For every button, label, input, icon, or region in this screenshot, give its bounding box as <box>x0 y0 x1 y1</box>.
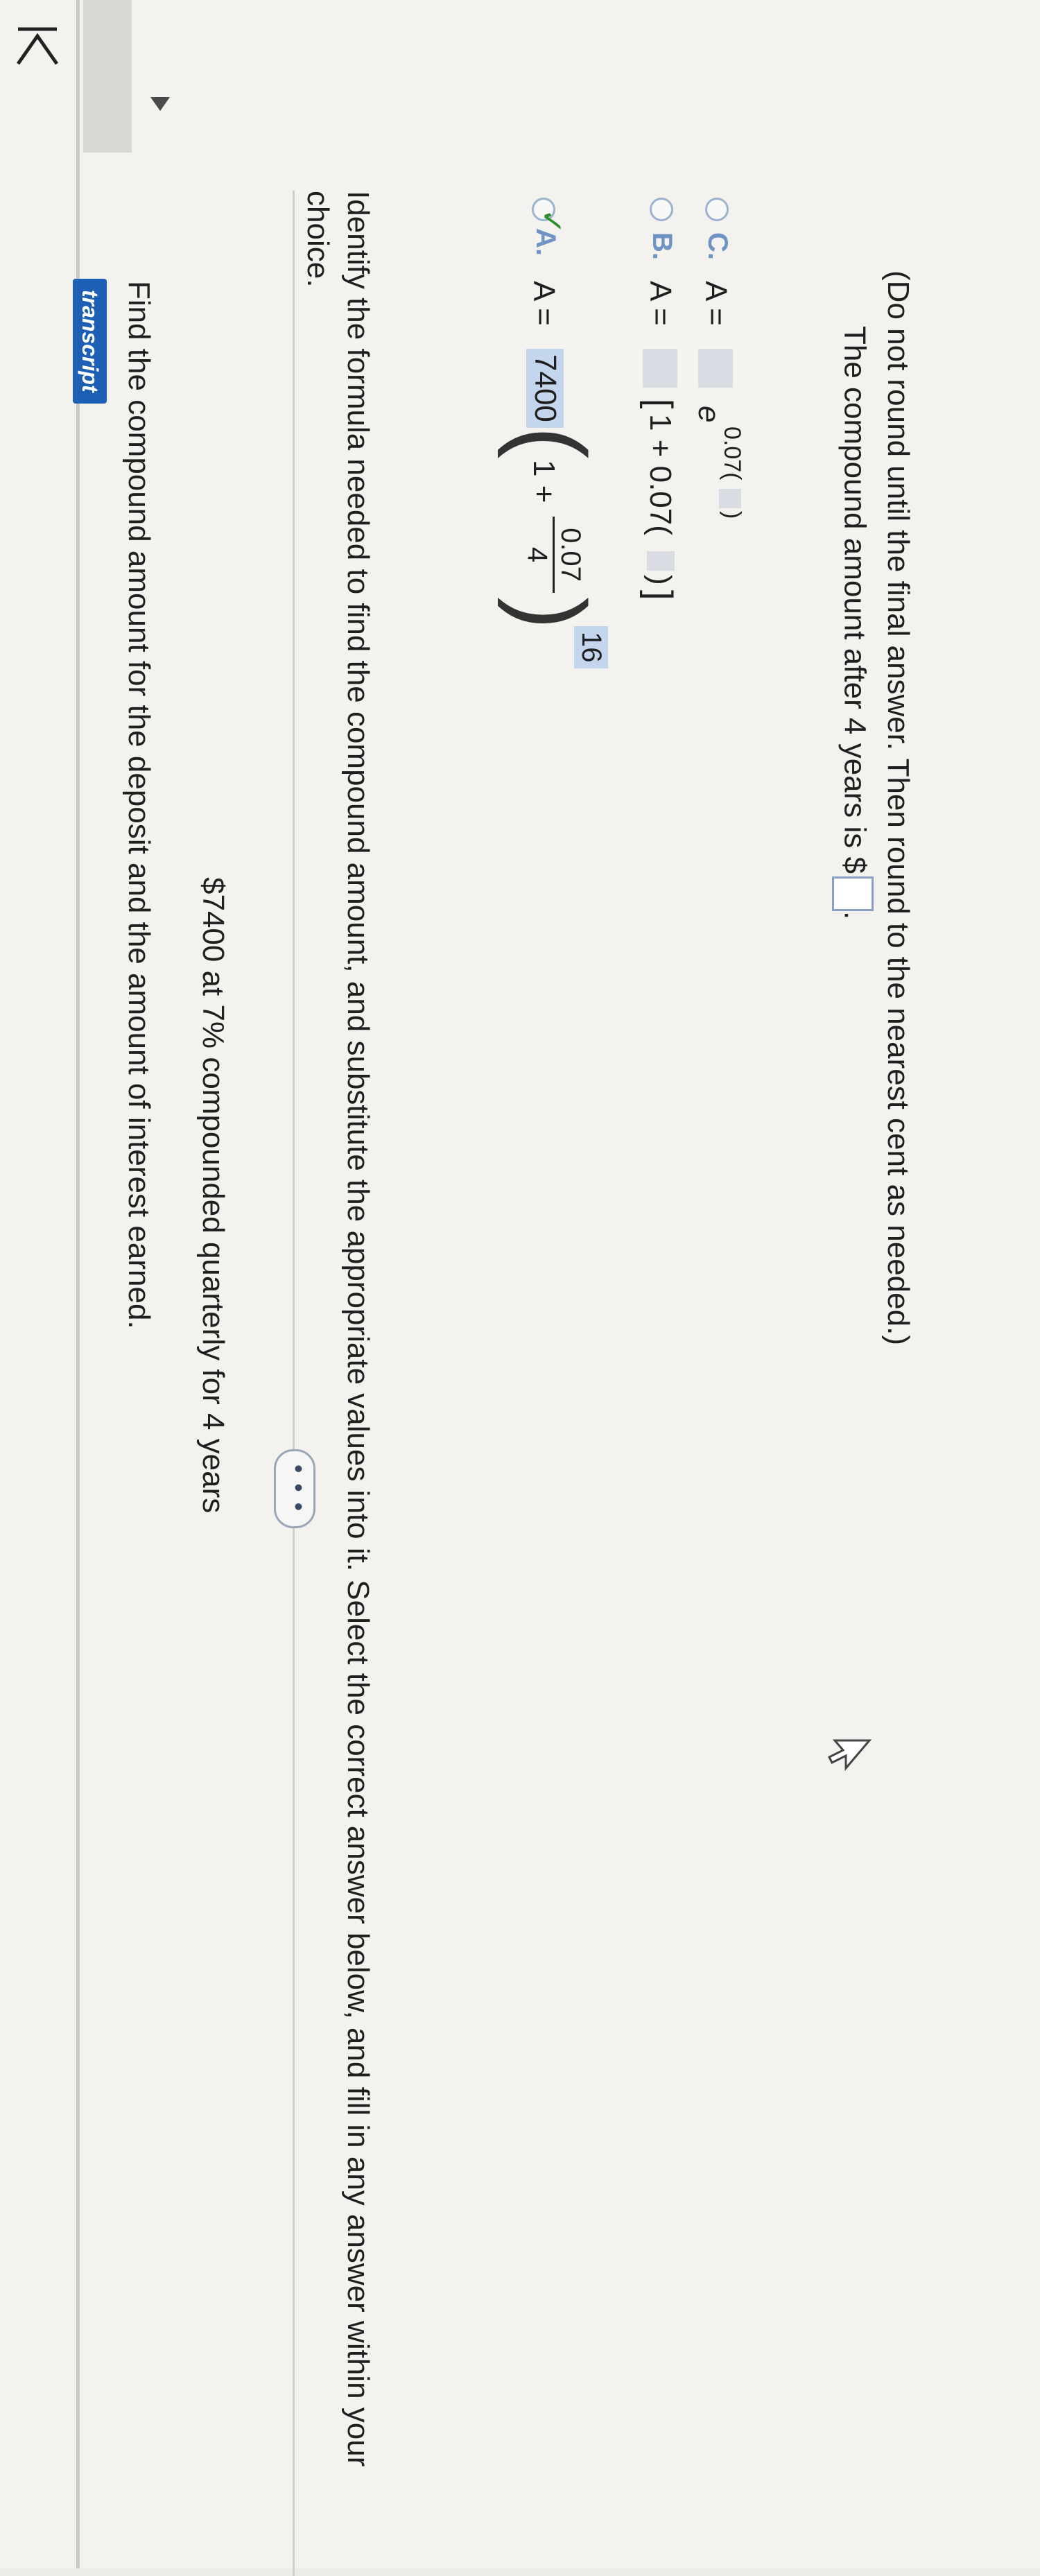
option-a-denominator: 4 <box>522 546 553 563</box>
option-a-numerator: 0.07 <box>555 528 586 582</box>
mouse-cursor-icon <box>825 1734 874 1782</box>
option-c-exp: 0.07( <box>719 426 745 481</box>
option-a[interactable]: ✓ A. A = 7400 ( 1 + 0.07 4 ) 16 <box>475 198 614 891</box>
header-band <box>83 0 132 153</box>
rounding-note: (Do not round until the final answer. Th… <box>881 270 915 1345</box>
result-line: The compound amount after 4 years is $. <box>832 326 874 919</box>
screen-canvas: transcript Find the compound amount for … <box>0 0 1040 2576</box>
instruction-text: Identify the formula needed to find the … <box>301 191 375 2467</box>
option-b-bracket-open: [ <box>639 399 679 409</box>
option-c[interactable]: C. A = e 0.07( ) <box>683 198 745 822</box>
result-suffix: . <box>838 910 872 920</box>
option-b-blank-time[interactable] <box>647 551 675 571</box>
question-text: Find the compound amount for the deposit… <box>122 281 156 1329</box>
back-arrow-icon[interactable] <box>12 24 62 74</box>
option-a-principal[interactable]: 7400 <box>526 349 564 428</box>
option-c-letter: C. <box>702 232 733 260</box>
option-c-lhs: A = <box>699 281 733 326</box>
option-b-inner: 1 + 0.07( <box>643 414 677 535</box>
option-a-exponent[interactable]: 16 <box>574 626 608 668</box>
option-a-letter: A. <box>530 228 561 256</box>
option-b-lhs: A = <box>643 281 677 326</box>
result-text: The compound amount after 4 years is $ <box>838 326 872 874</box>
option-b-bracket-close: ] <box>639 590 679 600</box>
option-b-letter: B. <box>647 232 677 260</box>
option-a-lhs: A = <box>527 281 561 326</box>
option-c-e: e <box>692 406 726 423</box>
transcript-badge[interactable]: transcript <box>73 279 107 404</box>
option-c-exp-close: ) <box>719 511 745 519</box>
option-b-inner-close: ) <box>643 575 677 585</box>
option-a-paren-close: ) <box>497 597 606 630</box>
option-b[interactable]: B. A = [ 1 + 0.07( ) ] <box>627 198 683 822</box>
option-c-radio[interactable] <box>705 198 729 221</box>
section-divider <box>293 191 295 2576</box>
option-c-blank-principal[interactable] <box>698 349 733 388</box>
option-b-radio[interactable] <box>650 198 673 221</box>
answer-input[interactable] <box>832 876 874 911</box>
option-a-paren-open: ( <box>497 426 606 459</box>
given-text: $7400 at 7% compounded quarterly for 4 y… <box>196 877 230 1514</box>
option-c-blank-time[interactable] <box>719 489 741 508</box>
option-a-one-plus: 1 + <box>527 460 561 503</box>
option-a-fraction: 0.07 4 <box>521 517 586 593</box>
option-b-blank-principal[interactable] <box>643 349 677 388</box>
play-icon[interactable] <box>150 97 170 111</box>
